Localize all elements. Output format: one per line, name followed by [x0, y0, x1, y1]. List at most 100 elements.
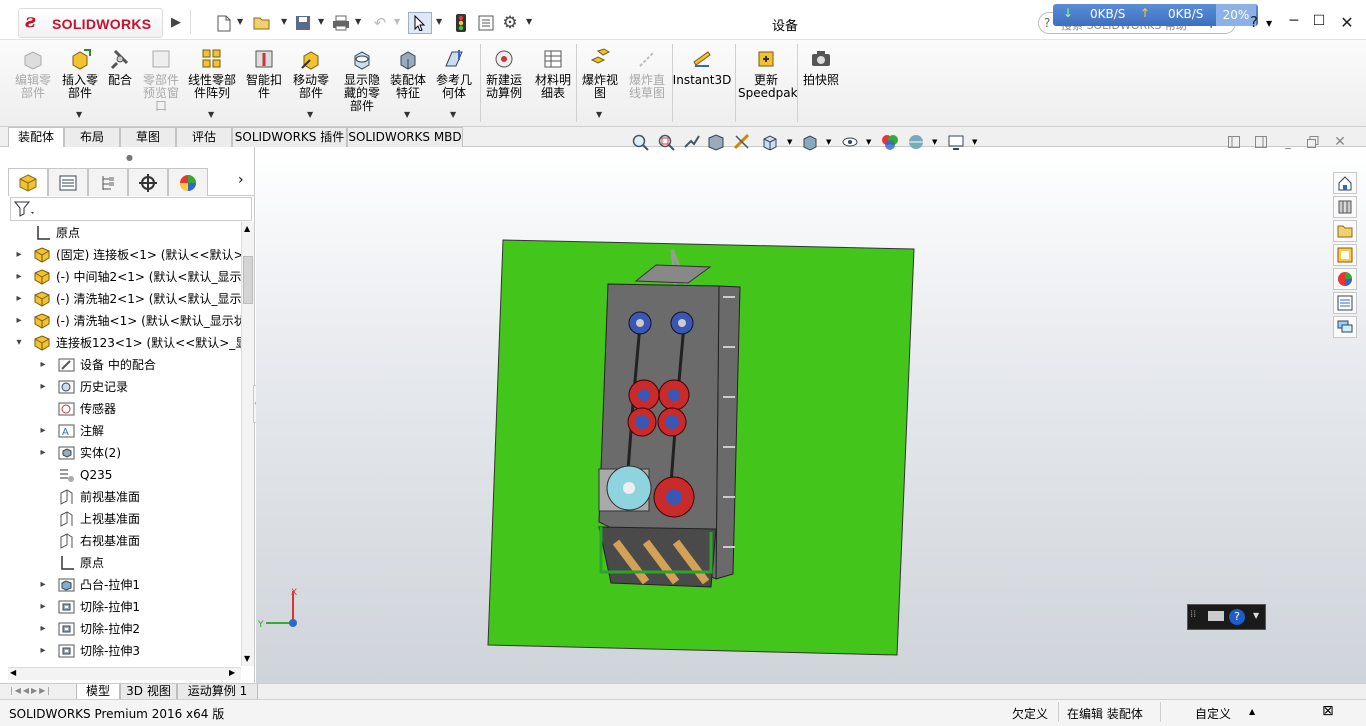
chevron-down-icon[interactable]: ▼	[1266, 19, 1272, 28]
chevron-down-icon[interactable]: ▼	[307, 110, 313, 119]
chevron-down-icon[interactable]: ▼	[281, 17, 287, 26]
save-icon[interactable]	[293, 14, 313, 32]
gear-icon[interactable]: ⚙	[500, 14, 520, 32]
chevron-down-icon[interactable]: ▼	[787, 138, 792, 146]
close-button[interactable]: ✕	[1337, 13, 1357, 33]
tab-scroll-arrows[interactable]: |◀◀▶▶|	[10, 686, 52, 695]
ribbon-button-edit-component[interactable]: 编辑零 部件	[10, 46, 56, 100]
scrollbar-thumb[interactable]	[243, 256, 253, 304]
tree-item[interactable]: ▸ 切除-拉伸1	[0, 596, 241, 618]
tree-item[interactable]: ▸ 切除-拉伸3	[0, 640, 241, 662]
expand-arrow-icon[interactable]: ▸	[38, 640, 48, 662]
expand-arrow-icon[interactable]: ▸	[14, 310, 24, 332]
tab-motion-study[interactable]: 运动算例 1	[177, 684, 258, 700]
tab-property-manager[interactable]	[48, 168, 88, 196]
maximize-button[interactable]: ☐	[1309, 13, 1329, 33]
ribbon-button-linear-pattern[interactable]: 线性零部 件阵列	[184, 46, 240, 100]
expand-arrow-icon[interactable]: ▸	[38, 354, 48, 376]
expand-arrow-icon[interactable]: ▸	[38, 420, 48, 442]
chevron-down-icon[interactable]: ▼	[237, 17, 243, 26]
tab-command-1[interactable]: 布局	[64, 127, 120, 147]
menu-expand-icon[interactable]: ▶	[166, 13, 186, 31]
ribbon-button-instant3d[interactable]: Instant3D	[672, 46, 732, 87]
ribbon-button-explode-line[interactable]: 爆炸直 线草图	[624, 46, 670, 100]
tree-filter[interactable]	[10, 197, 252, 221]
chevron-down-icon[interactable]: ▼	[826, 138, 831, 146]
chevron-down-icon[interactable]: ▼	[318, 17, 324, 26]
ribbon-button-insert-component[interactable]: 插入零 部件	[58, 46, 102, 100]
ribbon-button-assembly-feature[interactable]: 装配体 特征	[386, 46, 430, 100]
tree-item[interactable]: ▾ 连接板123<1> (默认<<默认>_显示	[0, 332, 241, 354]
ribbon-button-show-hidden[interactable]: 显示隐 藏的零 部件	[338, 46, 386, 113]
help-icon[interactable]: ?	[1244, 13, 1264, 33]
expand-arrow-icon[interactable]: ▸	[38, 574, 48, 596]
select-icon[interactable]	[408, 12, 432, 34]
expand-arrow-icon[interactable]: ▸	[38, 596, 48, 618]
tab-command-0[interactable]: 装配体	[8, 127, 64, 147]
print-icon[interactable]	[331, 14, 351, 32]
grip-icon[interactable]: ⁞⁞	[1190, 609, 1196, 620]
tree-item[interactable]: ▸ A 注解	[0, 420, 241, 442]
tab-model[interactable]: 模型	[76, 684, 120, 700]
tab-command-5[interactable]: SOLIDWORKS MBD	[347, 127, 463, 147]
expand-arrow-icon[interactable]: ▸	[38, 442, 48, 464]
filter-icon[interactable]	[13, 200, 36, 221]
model-canvas[interactable]: X Y	[256, 147, 1366, 683]
chevron-down-icon[interactable]: ▼	[76, 110, 82, 119]
unit-system[interactable]: 自定义	[1195, 705, 1231, 722]
tree-item[interactable]: 传感器	[0, 398, 241, 420]
expand-arrow-icon[interactable]: ▸	[14, 244, 24, 266]
collapse-arrow-icon[interactable]: ▾	[14, 332, 24, 354]
tree-item[interactable]: 上视基准面	[0, 508, 241, 530]
tab-command-3[interactable]: 评估	[176, 127, 232, 147]
chevron-down-icon[interactable]: ▼	[526, 17, 532, 26]
tree-item[interactable]: ▸ 凸台-拉伸1	[0, 574, 241, 596]
file-properties-icon[interactable]	[476, 14, 496, 32]
ribbon-button-smart-fastener[interactable]: 智能扣 件	[242, 46, 286, 100]
tab-3d-view[interactable]: 3D 视图	[120, 684, 177, 700]
ribbon-button-mate[interactable]: 配合	[104, 46, 136, 87]
tree-item[interactable]: ▸ (-) 中间轴2<1> (默认<默认_显示状态	[0, 266, 241, 288]
open-document-icon[interactable]	[252, 14, 272, 32]
tree-item[interactable]: ▸ (-) 清洗轴<1> (默认<默认_显示状态	[0, 310, 241, 332]
expand-arrow-icon[interactable]: ▸	[14, 288, 24, 310]
help-icon[interactable]: ?	[1229, 609, 1245, 625]
tab-feature-manager[interactable]	[8, 168, 48, 196]
undo-icon[interactable]: ↶	[370, 14, 390, 32]
chevron-down-icon[interactable]: ▼	[436, 17, 442, 26]
ribbon-button-speedpak[interactable]: 更新 Speedpak	[738, 46, 798, 100]
rebuild-icon[interactable]	[451, 14, 471, 32]
chevron-down-icon[interactable]: ▼	[596, 110, 602, 119]
tree-horizontal-scrollbar[interactable]: ◀ ▶	[8, 667, 241, 680]
tree-item[interactable]: Q235	[0, 464, 241, 486]
tree-item[interactable]: 原点	[0, 552, 241, 574]
ribbon-button-exploded-view[interactable]: 爆炸视 图	[578, 46, 622, 100]
expand-arrow-icon[interactable]: ▸	[38, 618, 48, 640]
tab-display-manager[interactable]	[168, 168, 208, 196]
chevron-down-icon[interactable]: ▼	[972, 138, 977, 146]
tab-command-2[interactable]: 草图	[120, 127, 176, 147]
tab-configuration-manager[interactable]	[88, 168, 128, 196]
chevron-down-icon[interactable]: ▼	[866, 138, 871, 146]
tree-item[interactable]: ▸ 设备 中的配合	[0, 354, 241, 376]
solidworks-logo[interactable]: ƨ SOLIDWORKS	[18, 8, 163, 38]
scroll-left-icon[interactable]: ◀	[10, 668, 16, 677]
tab-dimxpert-manager[interactable]	[128, 168, 168, 196]
tree-item[interactable]: 前视基准面	[0, 486, 241, 508]
tree-item[interactable]: ▸ 实体(2)	[0, 442, 241, 464]
tree-item[interactable]: ▸ (固定) 连接板<1> (默认<<默认>_显示状	[0, 244, 241, 266]
chevron-down-icon[interactable]: ▼	[208, 110, 214, 119]
chevron-down-icon[interactable]: ▼	[932, 138, 937, 146]
chevron-down-icon[interactable]: ▼	[450, 110, 456, 119]
minimize-button[interactable]: ─	[1284, 13, 1304, 33]
ribbon-button-motion-study[interactable]: 新建运 动算例	[480, 46, 528, 100]
tree-item[interactable]: ▸ (-) 清洗轴2<1> (默认<默认_显示状态	[0, 288, 241, 310]
tree-item[interactable]: 原点	[0, 222, 241, 244]
expand-arrow-icon[interactable]: ▸	[14, 266, 24, 288]
keyboard-icon[interactable]	[1208, 610, 1224, 625]
chevron-down-icon[interactable]: ▼	[404, 110, 410, 119]
chevron-down-icon[interactable]: ▼	[394, 17, 400, 26]
unit-dropdown-icon[interactable]: ▲	[1249, 707, 1255, 716]
tree-item[interactable]: ▸ 历史记录	[0, 376, 241, 398]
tree-item[interactable]: ▸ 切除-拉伸2	[0, 618, 241, 640]
